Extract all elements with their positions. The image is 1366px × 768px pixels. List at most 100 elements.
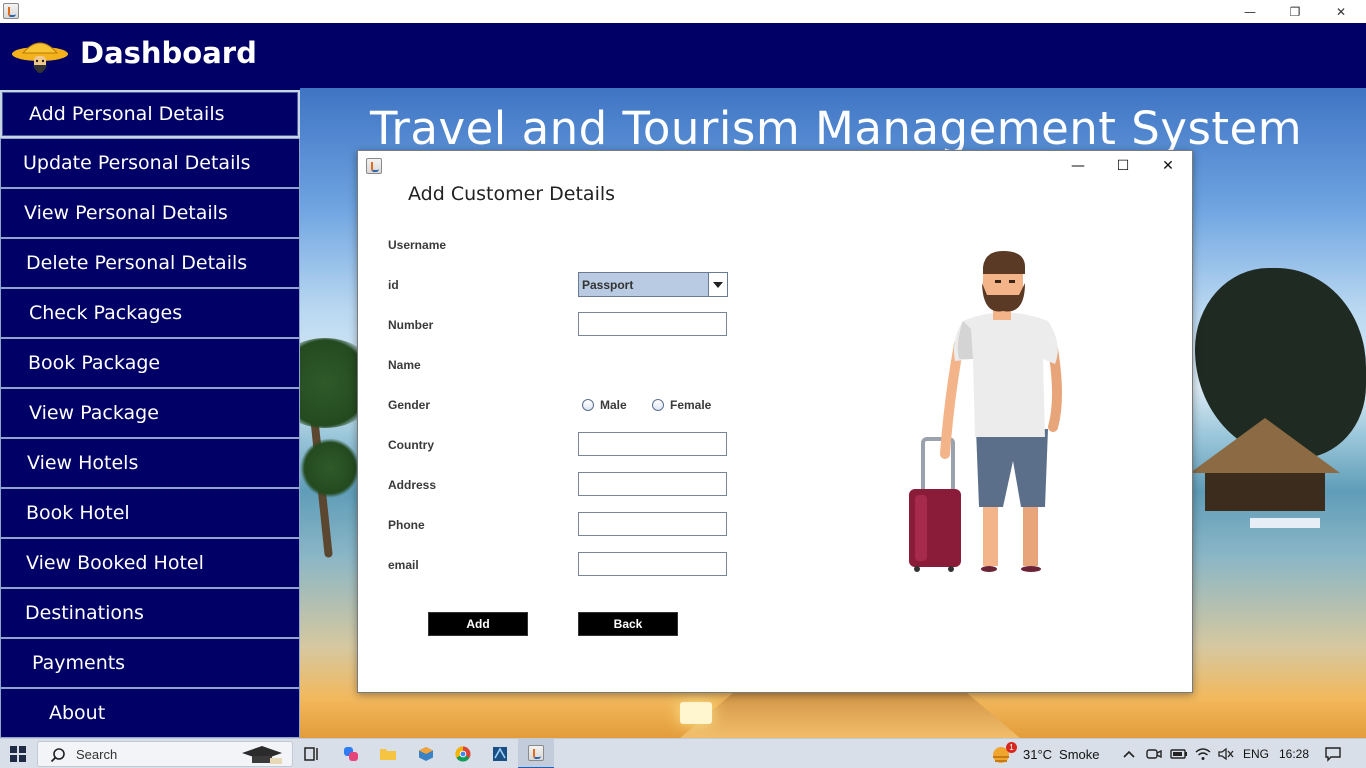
task-view-icon (304, 747, 318, 761)
file-explorer-button[interactable] (376, 739, 400, 768)
outer-titlebar: — ❐ ✕ (0, 0, 1366, 23)
weather-description: Smoke (1059, 746, 1100, 762)
cube-app-icon (419, 747, 433, 761)
copilot-icon (344, 747, 358, 761)
weather-temperature: 31°C (1023, 746, 1053, 762)
gender-female-radio[interactable]: Female (652, 398, 711, 412)
weather-widget[interactable]: 1 31°C Smoke (990, 739, 1115, 768)
taskbar: Search 1 31°C Smoke ENG 16:28 (0, 738, 1366, 768)
notification-icon (1325, 747, 1341, 762)
chevron-up-icon (1123, 750, 1135, 758)
sidebar-item-add-personal-details[interactable]: Add Personal Details (0, 90, 300, 138)
folder-icon (380, 749, 396, 760)
camera-icon (1146, 749, 1162, 759)
taskbar-search-placeholder: Search (76, 747, 118, 762)
volume-muted-icon (1218, 747, 1234, 761)
wifi-tray-button[interactable] (1193, 739, 1213, 768)
email-input[interactable] (578, 552, 727, 576)
sidebar-item-view-hotels[interactable]: View Hotels (0, 438, 300, 488)
windows-logo-icon (10, 746, 26, 762)
radio-circle-icon[interactable] (582, 399, 594, 411)
chrome-icon (455, 746, 471, 762)
email-label: email (388, 558, 419, 572)
chrome-button[interactable] (451, 739, 475, 768)
country-input[interactable] (578, 432, 727, 456)
language-indicator[interactable]: ENG (1240, 739, 1272, 768)
sidebar-item-view-booked-hotel[interactable]: View Booked Hotel (0, 538, 300, 588)
java-app-button[interactable] (518, 739, 554, 768)
graduation-cap-icon (242, 746, 282, 764)
sidebar-item-check-packages[interactable]: Check Packages (0, 288, 300, 338)
sidebar-item-view-personal-details[interactable]: View Personal Details (0, 188, 300, 238)
background-title: Travel and Tourism Management System (370, 102, 1303, 155)
traveller-logo-icon (12, 42, 68, 73)
taskbar-search-box[interactable]: Search (37, 741, 293, 767)
app-header: Dashboard (0, 23, 1366, 88)
gender-female-label: Female (670, 398, 712, 412)
traveller-illustration (909, 251, 1062, 572)
sidebar-item-book-hotel[interactable]: Book Hotel (0, 488, 300, 538)
app-button-cube[interactable] (414, 739, 438, 768)
dialog-close-button[interactable]: ✕ (1146, 153, 1190, 179)
header-title: Dashboard (80, 36, 257, 70)
gender-male-radio[interactable]: Male (582, 398, 627, 412)
address-label: Address (388, 478, 437, 492)
beach-hut-base (1205, 473, 1325, 511)
sidebar-item-destinations[interactable]: Destinations (0, 588, 300, 638)
java-app-icon (3, 3, 19, 19)
country-label: Country (388, 438, 434, 452)
volume-tray-button[interactable] (1216, 739, 1236, 768)
username-label: Username (388, 238, 447, 252)
sidebar-item-book-package[interactable]: Book Package (0, 338, 300, 388)
pier (680, 686, 1020, 738)
address-input[interactable] (578, 472, 727, 496)
java-taskbar-icon (528, 745, 544, 761)
weather-alert-badge: 1 (1006, 742, 1017, 753)
beach-table (1250, 518, 1320, 528)
id-label: id (388, 278, 399, 292)
id-type-value: Passport (582, 277, 634, 292)
windows-start-button[interactable] (4, 739, 32, 768)
sidebar-item-view-package[interactable]: View Package (0, 388, 300, 438)
radio-circle-icon[interactable] (652, 399, 664, 411)
wifi-icon (1195, 748, 1211, 760)
gender-male-label: Male (600, 398, 627, 412)
window-close-button[interactable]: ✕ (1319, 0, 1363, 23)
dialog-minimize-button[interactable]: — (1056, 153, 1100, 179)
battery-icon (1170, 749, 1187, 759)
name-label: Name (388, 358, 421, 372)
ide-app-icon (493, 747, 507, 761)
dialog-maximize-button[interactable]: ☐ (1101, 153, 1145, 179)
pier-lamp (680, 702, 712, 724)
sidebar-item-about[interactable]: About (0, 688, 300, 738)
number-input[interactable] (578, 312, 727, 336)
back-button[interactable]: Back (578, 612, 678, 636)
palm-tree-leaves-2 (300, 438, 360, 498)
battery-tray-button[interactable] (1169, 739, 1189, 768)
tray-overflow-button[interactable] (1120, 739, 1138, 768)
sidebar: Add Personal Details Update Personal Det… (0, 88, 300, 738)
window-restore-button[interactable]: ❐ (1273, 0, 1317, 23)
beach-hut-roof (1190, 418, 1340, 473)
task-view-button[interactable] (300, 739, 324, 768)
camera-tray-button[interactable] (1145, 739, 1163, 768)
phone-label: Phone (388, 518, 425, 532)
copilot-button[interactable] (339, 739, 363, 768)
chevron-down-icon[interactable] (708, 273, 727, 296)
sidebar-item-payments[interactable]: Payments (0, 638, 300, 688)
dialog-titlebar: — ☐ ✕ (358, 151, 1192, 181)
add-customer-dialog: — ☐ ✕ Add Customer Details Username id P… (357, 150, 1193, 693)
id-type-select[interactable]: Passport (578, 272, 728, 297)
clock[interactable]: 16:28 (1276, 739, 1312, 768)
search-icon (50, 748, 65, 763)
dialog-java-icon (366, 158, 382, 174)
sidebar-item-delete-personal-details[interactable]: Delete Personal Details (0, 238, 300, 288)
window-minimize-button[interactable]: — (1228, 0, 1272, 23)
notification-center-button[interactable] (1322, 739, 1344, 768)
netbeans-button[interactable] (488, 739, 512, 768)
number-label: Number (388, 318, 434, 332)
sidebar-item-update-personal-details[interactable]: Update Personal Details (0, 138, 300, 188)
phone-input[interactable] (578, 512, 727, 536)
dialog-heading: Add Customer Details (408, 183, 616, 205)
add-button[interactable]: Add (428, 612, 528, 636)
